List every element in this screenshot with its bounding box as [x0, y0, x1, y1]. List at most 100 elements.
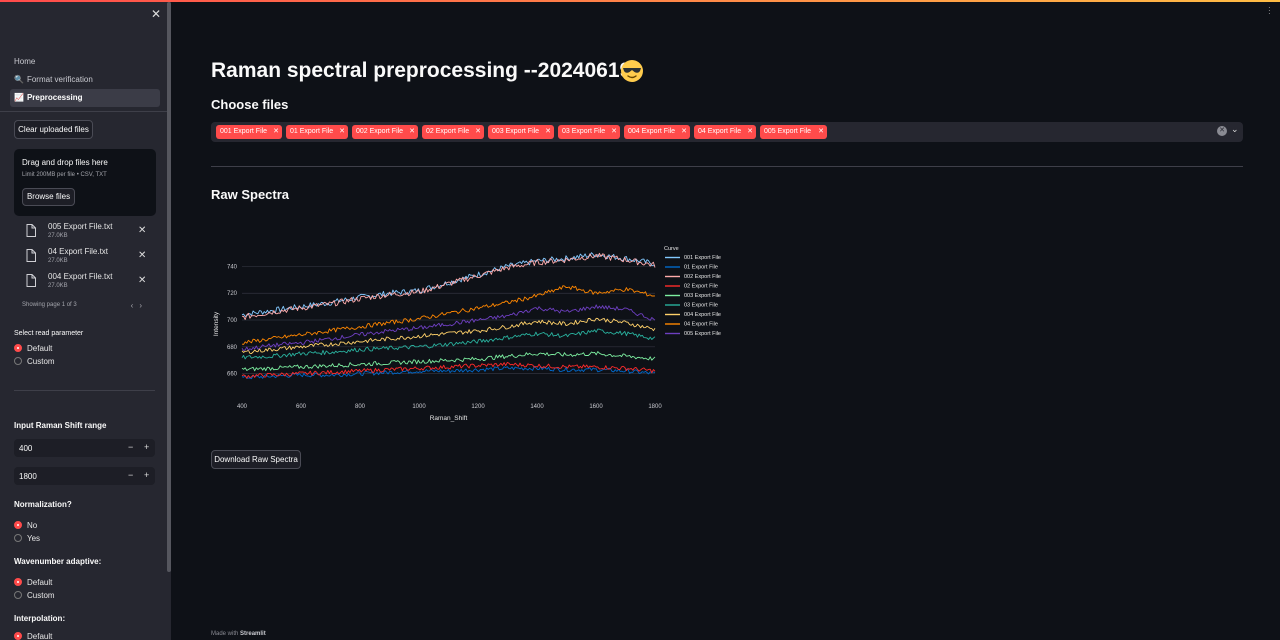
decrement-button[interactable]: −: [128, 442, 133, 452]
y-tick-label: 700: [227, 318, 238, 324]
file-multiselect[interactable]: 001 Export File ✕ 01 Export File ✕ 002 Exp…: [211, 122, 1243, 142]
legend-entry: 004 Export File: [684, 312, 721, 318]
radio-no[interactable]: No: [14, 521, 37, 532]
file-name: 04 Export File.txt: [48, 247, 109, 256]
sidebar-scrollbar[interactable]: [167, 2, 171, 572]
radio-custom[interactable]: Custom: [14, 591, 55, 602]
nav-item-label: Preprocessing: [26, 93, 83, 102]
x-tick-label: 400: [237, 404, 248, 410]
nav-item-label: Home: [14, 57, 36, 66]
tag-label: 02 Export File: [426, 128, 470, 135]
selected-file-tag[interactable]: 005 Export File ✕: [760, 125, 827, 139]
section-divider: [14, 390, 155, 391]
nav-item-preprocessing[interactable]: 📈 Preprocessing: [10, 89, 160, 107]
tag-label: 002 Export File: [356, 128, 404, 135]
y-axis-label: Intensity: [213, 311, 220, 336]
shift-min-value: 400: [19, 444, 33, 453]
clear-uploaded-files-button[interactable]: Clear uploaded files: [14, 120, 93, 139]
nav-divider: [0, 111, 167, 112]
remove-tag-icon[interactable]: ✕: [273, 125, 279, 139]
file-size: 27.0KB: [48, 233, 68, 239]
shift-min-input[interactable]: 400 − +: [14, 439, 155, 457]
main-divider: [211, 166, 1243, 167]
selected-file-tag[interactable]: 003 Export File ✕: [488, 125, 554, 139]
remove-tag-icon[interactable]: ✕: [475, 125, 481, 139]
radio-default[interactable]: Default: [14, 344, 52, 355]
legend-entry: 002 Export File: [684, 274, 721, 280]
uploaded-file-row: 004 Export File.txt 27.0KB ✕: [22, 272, 150, 294]
file-icon: [26, 249, 36, 262]
clear-selection-icon[interactable]: ✕: [1217, 126, 1227, 136]
radio-dot: [14, 521, 22, 529]
radio-label: No: [27, 521, 38, 530]
radio-custom[interactable]: Custom: [14, 357, 55, 368]
sunglasses-face-icon: [621, 60, 643, 82]
shift-range-label: Input Raman Shift range: [14, 421, 107, 430]
selected-file-tag[interactable]: 001 Export File ✕: [216, 125, 282, 139]
remove-tag-icon[interactable]: ✕: [747, 125, 753, 139]
y-tick-label: 720: [227, 291, 238, 297]
increment-button[interactable]: +: [144, 470, 149, 480]
remove-tag-icon[interactable]: ✕: [409, 125, 415, 139]
raw-spectra-chart[interactable]: 660 680 700 720 740 400 600 800 1000 1200 1400 1600…: [211, 238, 731, 428]
read-parameter-label: Select read parameter: [14, 330, 84, 337]
tag-label: 04 Export File: [698, 128, 742, 135]
selected-file-tag[interactable]: 002 Export File ✕: [352, 125, 418, 139]
selected-file-tag[interactable]: 004 Export File ✕: [624, 125, 690, 139]
x-tick-label: 600: [296, 404, 307, 410]
remove-tag-icon[interactable]: ✕: [818, 125, 824, 139]
decrement-button[interactable]: −: [128, 470, 133, 480]
browse-files-button[interactable]: Browse files: [22, 188, 75, 206]
raw-spectra-heading: Raw Spectra: [211, 187, 290, 202]
tag-label: 001 Export File: [220, 128, 268, 135]
radio-yes[interactable]: Yes: [14, 534, 40, 545]
footer: Made with Streamlit: [211, 631, 266, 637]
file-icon: [26, 274, 36, 287]
file-dropzone[interactable]: Drag and drop files here Limit 200MB per…: [14, 149, 156, 216]
shift-max-input[interactable]: 1800 − +: [14, 467, 155, 485]
x-tick-label: 1800: [648, 404, 662, 410]
nav-item-format-verification[interactable]: 🔍 Format verification: [10, 71, 160, 89]
series-line: [241, 285, 656, 345]
selected-file-tag[interactable]: 03 Export File ✕: [558, 125, 620, 139]
footer-prefix: Made with: [211, 631, 239, 637]
remove-file-icon[interactable]: ✕: [138, 275, 146, 286]
uploaded-file-row: 005 Export File.txt 27.0KB ✕: [22, 222, 150, 244]
radio-label: Default: [27, 578, 53, 587]
pager-text: Showing page 1 of 3: [22, 302, 77, 308]
magnifier-icon: 🔍: [14, 75, 24, 84]
radio-default[interactable]: Default: [14, 632, 52, 640]
selected-file-tag[interactable]: 01 Export File ✕: [286, 125, 348, 139]
remove-tag-icon[interactable]: ✕: [545, 125, 551, 139]
file-size: 27.0KB: [48, 283, 68, 289]
radio-label: Yes: [27, 534, 41, 543]
series-line: [241, 317, 656, 354]
x-tick-label: 1200: [471, 404, 485, 410]
remove-file-icon[interactable]: ✕: [138, 225, 146, 236]
next-page-icon[interactable]: ›: [139, 301, 148, 310]
nav-item-home[interactable]: Home: [10, 53, 160, 71]
selected-file-tag[interactable]: 04 Export File ✕: [694, 125, 756, 139]
chevron-down-icon[interactable]: ⌄: [1231, 124, 1239, 135]
radio-label: Default: [27, 632, 53, 640]
close-sidebar-icon[interactable]: ✕: [149, 7, 163, 21]
legend-entry: 001 Export File: [684, 255, 721, 261]
selected-file-tag[interactable]: 02 Export File ✕: [422, 125, 484, 139]
radio-dot: [14, 578, 22, 586]
remove-tag-icon[interactable]: ✕: [611, 125, 617, 139]
radio-dot: [14, 591, 22, 599]
shift-max-value: 1800: [19, 472, 37, 481]
main-menu-icon[interactable]: · · ·: [1268, 4, 1271, 18]
chart-icon: 📈: [14, 93, 24, 102]
nav-item-label: Format verification: [26, 75, 93, 84]
remove-tag-icon[interactable]: ✕: [339, 125, 345, 139]
download-raw-spectra-button[interactable]: Download Raw Spectra: [211, 450, 301, 469]
radio-label: Default: [27, 344, 53, 353]
increment-button[interactable]: +: [144, 442, 149, 452]
file-name: 004 Export File.txt: [48, 272, 113, 281]
remove-file-icon[interactable]: ✕: [138, 250, 146, 261]
remove-tag-icon[interactable]: ✕: [681, 125, 687, 139]
file-pager: Showing page 1 of 3 ‹›: [22, 301, 148, 310]
legend-entry: 01 Export File: [684, 265, 718, 271]
radio-default[interactable]: Default: [14, 578, 52, 589]
